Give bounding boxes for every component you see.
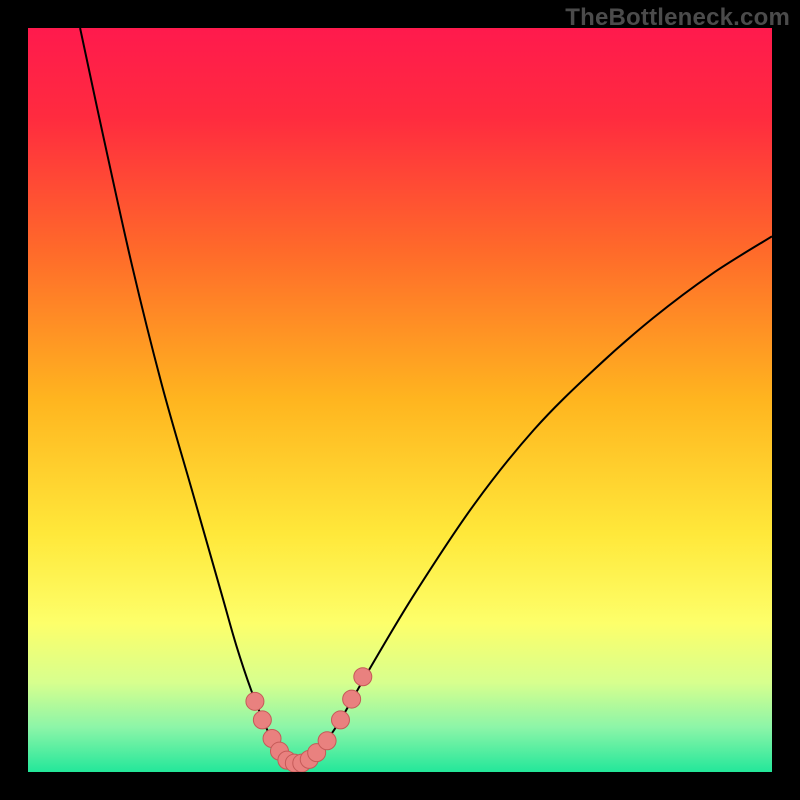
outer-frame: TheBottleneck.com: [0, 0, 800, 800]
marker-point: [343, 690, 361, 708]
marker-point: [354, 668, 372, 686]
gradient-background: [28, 28, 772, 772]
marker-point: [331, 711, 349, 729]
marker-point: [246, 692, 264, 710]
bottleneck-chart: [28, 28, 772, 772]
marker-point: [253, 711, 271, 729]
marker-point: [318, 732, 336, 750]
watermark-text: TheBottleneck.com: [565, 4, 790, 32]
plot-area: [28, 28, 772, 772]
